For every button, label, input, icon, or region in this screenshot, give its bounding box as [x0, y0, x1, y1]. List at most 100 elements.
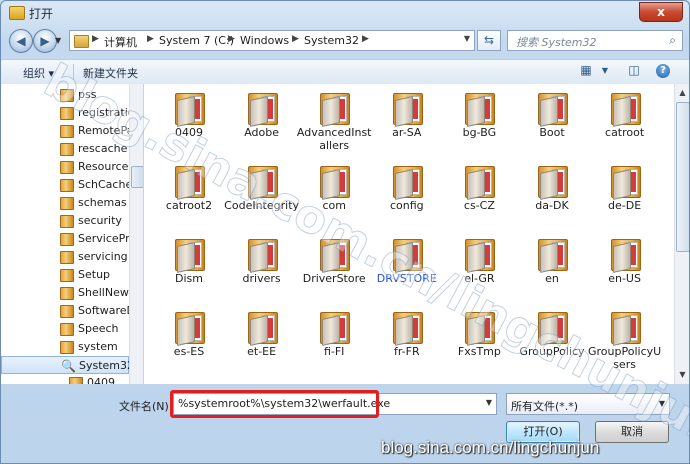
folder-icon	[60, 287, 74, 300]
folder-item[interactable]: 0409	[154, 84, 224, 156]
folder-item[interactable]: FxsTmp	[444, 303, 514, 375]
search-box[interactable]: 搜索 System32 ⌕	[507, 30, 683, 51]
folder-item[interactable]: AdvancedInstallers	[297, 84, 371, 156]
breadcrumb-computer[interactable]: 计算机	[104, 34, 137, 50]
tree-item[interactable]: security	[1, 212, 129, 230]
folder-label: Adobe	[244, 126, 279, 139]
folder-icon	[175, 312, 205, 346]
folder-icon	[538, 93, 568, 127]
scroll-down-icon[interactable]: ▼	[676, 368, 689, 382]
address-bar[interactable]: ▶ 计算机 ▶ System 7 (C:) ▶ Windows ▶ System…	[69, 30, 475, 51]
view-options-icon[interactable]: ▦	[577, 63, 595, 79]
tree-scrollbar-thumb[interactable]	[131, 166, 143, 188]
folder-item[interactable]: de-DE	[590, 157, 660, 229]
scrollbar-thumb[interactable]	[676, 102, 689, 252]
tree-item[interactable]: 0409	[1, 374, 129, 384]
search-input[interactable]: 搜索 System32	[516, 34, 597, 50]
folder-icon	[538, 239, 568, 273]
new-folder-button[interactable]: 新建文件夹	[83, 65, 138, 81]
folder-item[interactable]: el-GR	[444, 230, 514, 302]
breadcrumb-system32[interactable]: System32	[304, 34, 359, 47]
help-icon[interactable]: ?	[656, 64, 670, 78]
chevron-down-icon[interactable]: ▼	[486, 398, 492, 407]
folder-item-partial[interactable]	[444, 376, 514, 384]
file-type-value[interactable]: 所有文件(*.*)	[511, 398, 578, 414]
chevron-down-icon[interactable]: ▼	[659, 399, 665, 408]
search-icon[interactable]: ⌕	[669, 33, 676, 48]
chevron-right-icon[interactable]: ▶	[362, 34, 369, 44]
folder-item-partial[interactable]	[299, 376, 369, 384]
folder-item[interactable]: cs-CZ	[444, 157, 514, 229]
folder-item[interactable]: en	[517, 230, 587, 302]
folder-item[interactable]: DRVSTORE	[372, 230, 442, 302]
folder-icon	[9, 6, 25, 20]
folder-item[interactable]: Adobe	[227, 84, 297, 156]
tree-item[interactable]: ServiceProf	[1, 230, 140, 248]
tree-item[interactable]: schemas	[1, 194, 129, 212]
folder-label: da-DK	[535, 199, 569, 212]
folder-item-partial[interactable]	[154, 376, 224, 384]
tree-item[interactable]: registration	[1, 104, 141, 122]
recent-pages-dropdown-icon[interactable]: ▼	[55, 36, 61, 45]
tree-item[interactable]: system	[1, 338, 129, 356]
folder-item[interactable]: com	[299, 157, 369, 229]
folder-item[interactable]: GroupPolicyUsers	[588, 303, 661, 375]
scroll-up-icon[interactable]: ▲	[676, 86, 689, 100]
folder-item-partial[interactable]	[590, 376, 660, 384]
tree-item[interactable]: SoftwareDis	[1, 302, 143, 320]
tree-item[interactable]: pss	[1, 86, 129, 104]
close-button[interactable]: x	[639, 2, 683, 22]
breadcrumb-drive[interactable]: System 7 (C:)	[159, 34, 234, 47]
tree-item[interactable]: ShellNew	[1, 284, 129, 302]
folder-label: com	[322, 199, 346, 212]
tree-item[interactable]: servicing	[1, 248, 129, 266]
folder-item[interactable]: Boot	[517, 84, 587, 156]
folder-item[interactable]: CodeIntegrity	[224, 157, 299, 229]
preview-pane-icon[interactable]: ◫	[625, 63, 643, 79]
folder-item[interactable]: Dism	[154, 230, 224, 302]
folder-item[interactable]: ar-SA	[372, 84, 442, 156]
chevron-right-icon[interactable]: ▶	[228, 34, 235, 44]
chevron-right-icon[interactable]: ▶	[292, 34, 299, 44]
tree-item[interactable]: Speech	[1, 320, 129, 338]
folder-item[interactable]: config	[372, 157, 442, 229]
folder-item-partial[interactable]	[227, 376, 297, 384]
chevron-down-icon[interactable]: ▼	[596, 66, 614, 82]
folder-item[interactable]: DriverStore	[299, 230, 369, 302]
cancel-button[interactable]: 取消	[595, 421, 669, 443]
file-list-scrollbar[interactable]: ▲ ▼	[674, 84, 689, 384]
folder-item-partial[interactable]	[372, 376, 442, 384]
folder-item[interactable]: es-ES	[154, 303, 224, 375]
folder-item[interactable]: drivers	[227, 230, 297, 302]
chevron-right-icon[interactable]: ▶	[147, 34, 154, 44]
chevron-down-icon[interactable]: ▼	[464, 34, 470, 43]
tree-item[interactable]: Resources	[1, 158, 134, 176]
tree-item-system32[interactable]: 🔍 System32	[1, 356, 134, 374]
folder-item[interactable]: fi-FI	[299, 303, 369, 375]
folder-item[interactable]: et-EE	[227, 303, 297, 375]
folder-item-partial[interactable]	[517, 376, 587, 384]
refresh-button[interactable]: ⇆	[477, 30, 501, 51]
folder-item[interactable]: catroot2	[154, 157, 224, 229]
tree-item[interactable]: Setup	[1, 266, 129, 284]
chevron-right-icon[interactable]: ▶	[92, 34, 99, 44]
folder-icon	[610, 166, 641, 200]
folder-item[interactable]: en-US	[590, 230, 660, 302]
back-arrow-icon[interactable]: ◀	[9, 29, 33, 53]
navigation-bar: ◀ ▶ ▼ ▶ 计算机 ▶ System 7 (C:) ▶ Windows ▶ …	[1, 27, 689, 57]
tree-item[interactable]: rescache	[1, 140, 129, 158]
folder-icon	[610, 93, 641, 127]
tree-scrollbar[interactable]	[129, 84, 143, 384]
folder-item[interactable]: catroot	[590, 84, 660, 156]
file-type-select[interactable]: 所有文件(*.*) ▼	[506, 393, 670, 415]
folder-item[interactable]: fr-FR	[372, 303, 442, 375]
tree-item[interactable]: RemotePac	[1, 122, 139, 140]
folder-icon	[60, 125, 74, 138]
forward-arrow-icon[interactable]: ▶	[33, 29, 57, 53]
folder-item[interactable]: GroupPolicy	[517, 303, 587, 375]
breadcrumb-windows[interactable]: Windows	[240, 34, 289, 47]
tree-item[interactable]: SchCache	[1, 176, 132, 194]
organize-menu[interactable]: 组织 ▾	[23, 65, 54, 81]
folder-item[interactable]: da-DK	[517, 157, 587, 229]
folder-item[interactable]: bg-BG	[444, 84, 514, 156]
